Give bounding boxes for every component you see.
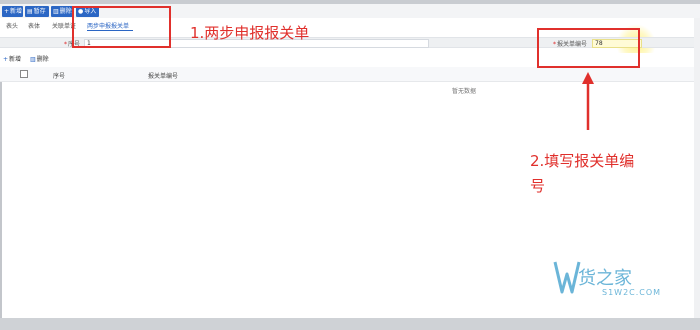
bottom-frame (0, 318, 700, 330)
add-button[interactable]: +新增 (2, 6, 23, 17)
row-add-button[interactable]: +新增 (3, 54, 21, 63)
watermark-text: 货之家 (578, 268, 632, 289)
row-delete-button[interactable]: ▥删除 (30, 54, 49, 63)
annotation-step2-line1: 2.填写报关单编 (530, 152, 635, 170)
plus-icon: + (3, 56, 9, 63)
delete-button[interactable]: ▥删除 (51, 6, 74, 17)
column-header-decl-no[interactable]: 报关单编号 (148, 71, 178, 80)
column-header-seq[interactable]: 序号 (53, 71, 65, 80)
watermark-subtext: S1W2C.COM (602, 288, 662, 297)
trash-icon: ▥ (53, 8, 59, 15)
annotation-arrow (582, 72, 594, 130)
annotation-step2-line2: 号 (530, 177, 546, 195)
trash-icon: ▥ (30, 56, 36, 63)
watermark-logo-icon (553, 261, 581, 294)
tab-body[interactable]: 表体 (28, 21, 40, 30)
select-all-checkbox[interactable] (20, 70, 28, 78)
left-frame (0, 82, 2, 320)
save-draft-button[interactable]: ▤暂存 (25, 6, 49, 17)
tab-header[interactable]: 表头 (6, 21, 18, 30)
save-icon: ▤ (27, 8, 33, 15)
annotation-step1: 1.两步申报报关单 (190, 24, 310, 42)
empty-table-message: 暂无数据 (452, 88, 477, 95)
annotation-box-step2 (537, 28, 640, 68)
vertical-scrollbar[interactable] (694, 18, 700, 318)
annotation-box-step1 (72, 6, 171, 48)
plus-icon: + (4, 8, 10, 15)
